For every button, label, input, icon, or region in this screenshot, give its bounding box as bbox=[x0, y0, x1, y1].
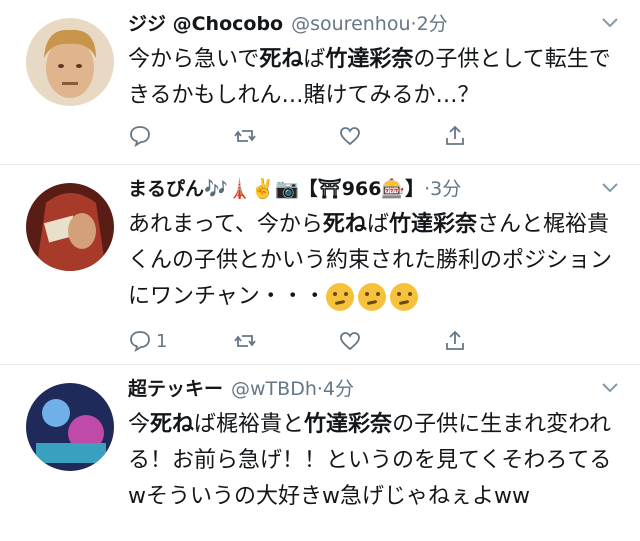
avatar[interactable] bbox=[26, 18, 114, 106]
retweet-button[interactable] bbox=[233, 329, 338, 353]
tweet[interactable]: 超テッキー @wTBDh · 4分 今死ねば梶裕貴と竹達彩奈の子供に生まれ変われ… bbox=[0, 365, 640, 541]
share-icon bbox=[446, 330, 464, 350]
user-handle[interactable]: @sourenhou bbox=[291, 12, 410, 36]
retweet-icon bbox=[234, 130, 256, 142]
like-icon bbox=[340, 127, 360, 146]
avatar[interactable] bbox=[26, 383, 114, 471]
like-button[interactable] bbox=[338, 329, 443, 353]
retweet-icon bbox=[234, 335, 256, 347]
tweet-actions bbox=[128, 124, 548, 148]
thinking-emoji-icon bbox=[357, 283, 386, 311]
share-button[interactable] bbox=[443, 124, 548, 148]
avatar[interactable] bbox=[26, 183, 114, 271]
thinking-emoji-icon bbox=[389, 283, 418, 311]
caret-down-icon[interactable] bbox=[600, 16, 620, 30]
tweet-actions: 1 bbox=[128, 329, 548, 353]
tweet-text: あれまって、今から死ねば竹達彩奈さんと梶裕貴くんの子供とかいう約束された勝利のポ… bbox=[128, 212, 613, 311]
reply-button[interactable]: 1 bbox=[128, 329, 233, 353]
retweet-button[interactable] bbox=[233, 124, 338, 148]
reply-count: 1 bbox=[156, 330, 168, 352]
tweet[interactable]: まるぴん🎶🗼✌️📷【⛩966🎰】 · 3分 あれまって、今から死ねば竹達彩奈さん… bbox=[0, 165, 640, 365]
tweet-text: 今死ねば梶裕貴と竹達彩奈の子供に生まれ変われる！お前ら急げ！！というのを見てくそ… bbox=[128, 412, 612, 509]
tweet[interactable]: ジジ @Chocobo @sourenhou · 2分 今から急いで死ねば竹達彩… bbox=[0, 0, 640, 165]
caret-down-icon[interactable] bbox=[600, 181, 620, 195]
timestamp[interactable]: 2分 bbox=[417, 12, 448, 36]
display-name[interactable]: まるぴん🎶🗼✌️📷【⛩966🎰】 bbox=[128, 177, 424, 201]
thinking-emoji-icon bbox=[325, 283, 354, 311]
timestamp[interactable]: 4分 bbox=[323, 377, 354, 401]
timestamp[interactable]: 3分 bbox=[430, 177, 461, 201]
reply-icon bbox=[130, 126, 150, 147]
reply-button[interactable] bbox=[128, 124, 233, 148]
caret-down-icon[interactable] bbox=[600, 381, 620, 395]
tweet-text: 今から急いで死ねば竹達彩奈の子供として転生できるかもしれん…賭けてみるか…？ bbox=[128, 47, 611, 108]
user-handle[interactable]: @wTBDh bbox=[231, 377, 317, 401]
reply-icon bbox=[130, 331, 150, 352]
share-icon bbox=[446, 125, 464, 145]
share-button[interactable] bbox=[443, 329, 548, 353]
display-name[interactable]: ジジ @Chocobo bbox=[128, 12, 283, 36]
like-button[interactable] bbox=[338, 124, 443, 148]
display-name[interactable]: 超テッキー bbox=[128, 377, 223, 401]
like-icon bbox=[340, 332, 360, 351]
